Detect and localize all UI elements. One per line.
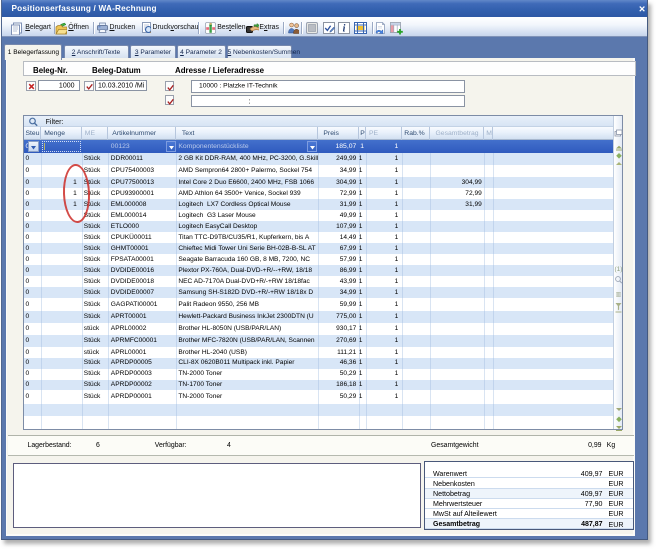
svg-text:(1): (1) <box>615 266 623 273</box>
svg-text:▥: ▥ <box>616 292 622 298</box>
